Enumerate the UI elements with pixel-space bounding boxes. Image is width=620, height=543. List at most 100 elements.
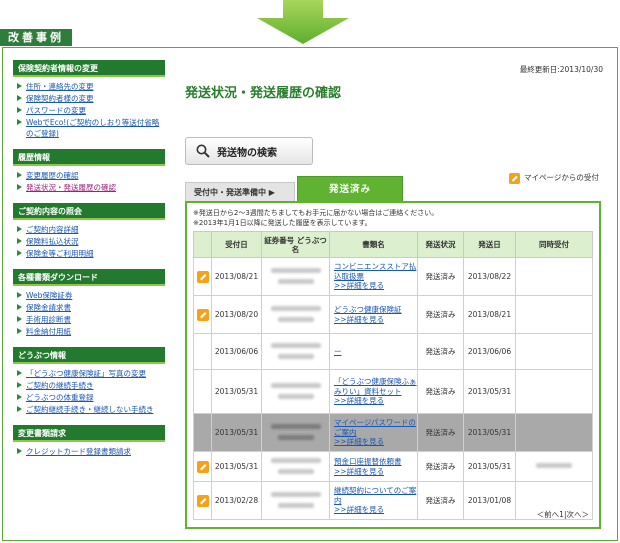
ship-date: 2013/05/31 xyxy=(463,413,516,452)
row-icon-cell xyxy=(193,257,212,296)
accept-date: 2013/05/31 xyxy=(211,413,262,452)
redacted-text xyxy=(270,342,321,348)
pagination[interactable]: ＜前へ1|次へ＞ xyxy=(537,509,589,520)
sidebar-link[interactable]: 料金納付用紙 xyxy=(17,326,165,337)
sidebar-link[interactable]: ご契約内容詳細 xyxy=(17,224,165,235)
policy-animal-redacted xyxy=(261,295,330,334)
mypage-icon xyxy=(196,494,209,507)
ship-date: 2013/05/31 xyxy=(463,451,516,482)
detail-link[interactable]: >>詳細を見る xyxy=(334,437,417,447)
document-link[interactable]: どうぶつ健康保険証 xyxy=(334,305,417,315)
sidebar-link[interactable]: どうぶつの体重登録 xyxy=(17,392,165,403)
mypage-icon xyxy=(509,172,520,184)
shipment-search-button[interactable]: 発送物の検索 xyxy=(185,137,313,165)
sidebar-link[interactable]: 手術用診断書 xyxy=(17,314,165,325)
sidebar-link[interactable]: 発送状況・発送履歴の確認 xyxy=(17,182,165,193)
policy-animal-redacted xyxy=(261,481,330,520)
row-icon-cell xyxy=(193,451,212,482)
sidebar-menu: 保険契約者情報の変更 住所・連絡先の変更 保険契約者様の変更 パスワードの変更 Webで… xyxy=(13,60,165,467)
policy-animal-redacted xyxy=(261,413,330,452)
sidebar-link[interactable]: ご契約の継続手続き xyxy=(17,380,165,391)
mypage-icon xyxy=(196,270,209,283)
detail-link[interactable]: >>詳細を見る xyxy=(334,467,417,477)
document-name: コンビニエンスストア払込取扱票 >>詳細を見る xyxy=(329,257,418,296)
sidebar-section-header: 保険契約者情報の変更 xyxy=(13,60,165,77)
sidebar-link[interactable]: 保険料払込状況 xyxy=(17,236,165,247)
table-header-row: 受付日 証券番号 どうぶつ名 書類名 発送状況 発送日 同時受付 xyxy=(193,231,593,258)
redacted-text xyxy=(277,316,314,322)
screen-frame: 保険契約者情報の変更 住所・連絡先の変更 保険契約者様の変更 パスワードの変更 Webで… xyxy=(2,47,618,541)
sidebar-section: 保険契約者情報の変更 住所・連絡先の変更 保険契約者様の変更 パスワードの変更 Webで… xyxy=(13,60,165,143)
sidebar-link[interactable]: 住所・連絡先の変更 xyxy=(17,81,165,92)
policy-animal-redacted xyxy=(261,333,330,370)
sidebar-list: ご契約内容詳細 保険料払込状況 保険金等ご利用明細 xyxy=(13,220,165,263)
accept-date: 2013/02/28 xyxy=(211,481,262,520)
tab-pending[interactable]: 受付中・発送準備中 ▶ xyxy=(185,182,295,201)
shipping-status: 発送済み xyxy=(417,369,464,414)
sidebar-link[interactable]: 変更履歴の確認 xyxy=(17,170,165,181)
document-link[interactable]: ー xyxy=(334,347,417,357)
same-time-accept xyxy=(515,257,593,296)
table-row: 2013/05/31 「どうぶつ健康保険ふぁみりい」資料セット >>詳細を見る 発送済… xyxy=(193,369,593,414)
sidebar-link[interactable]: クレジットカード登録書類請求 xyxy=(17,446,165,457)
redacted-text xyxy=(277,502,314,508)
sidebar-list: 「どうぶつ健康保険証」写真の変更 ご契約の継続手続き どうぶつの体重登録 ご契約継続手… xyxy=(13,364,165,419)
sidebar-link[interactable]: パスワードの変更 xyxy=(17,105,165,116)
detail-link[interactable]: >>詳細を見る xyxy=(334,281,417,291)
redacted-text xyxy=(270,457,321,463)
column-accept-date: 受付日 xyxy=(211,231,262,258)
accept-date: 2013/08/21 xyxy=(211,257,262,296)
same-time-accept xyxy=(515,451,593,482)
detail-link[interactable]: >>詳細を見る xyxy=(334,315,417,325)
note-line: ※発送日から2～3週間たちましてもお手元に届かない場合はご連絡ください。 xyxy=(193,209,439,217)
row-icon-cell xyxy=(193,481,212,520)
detail-link[interactable]: >>詳細を見る xyxy=(334,505,417,515)
table-row: 2013/05/31 預金口座振替依頼書 >>詳細を見る 発送済み 2013/05/31 xyxy=(193,451,593,482)
sidebar-link[interactable]: Web保険証券 xyxy=(17,290,165,301)
table-row: 2013/02/28 継続契約についてのご案内 >>詳細を見る 発送済み 2013/01… xyxy=(193,481,593,520)
document-link[interactable]: 預金口座振替依頼書 xyxy=(334,457,417,467)
sidebar-list: 変更履歴の確認 発送状況・発送履歴の確認 xyxy=(13,166,165,197)
table-row: 2013/06/06 ー発送済み 2013/06/06 xyxy=(193,333,593,370)
sidebar-link[interactable]: 「どうぶつ健康保険証」写真の変更 xyxy=(17,368,165,379)
sidebar-link[interactable]: 保険金請求書 xyxy=(17,302,165,313)
ship-date: 2013/08/22 xyxy=(463,257,516,296)
row-icon-cell xyxy=(193,413,212,452)
sidebar-link[interactable]: ご契約継続手続き・継続しない手続き xyxy=(17,404,165,415)
sidebar-section: どうぶつ情報 「どうぶつ健康保険証」写真の変更 ご契約の継続手続き どうぶつの体重登録… xyxy=(13,347,165,419)
sidebar-section: ご契約内容の照会 ご契約内容詳細 保険料払込状況 保険金等ご利用明細 xyxy=(13,203,165,263)
redacted-text xyxy=(270,491,321,497)
detail-link[interactable]: >>詳細を見る xyxy=(334,396,417,406)
sidebar-list: 住所・連絡先の変更 保険契約者様の変更 パスワードの変更 WebでEco!(ご契約のし… xyxy=(13,77,165,143)
sidebar-section-header: ご契約内容の照会 xyxy=(13,203,165,220)
sidebar-link[interactable]: 保険金等ご利用明細 xyxy=(17,248,165,259)
sidebar-link[interactable]: WebでEco!(ご契約のしおり等送付省略のご登録) xyxy=(17,117,165,139)
document-link[interactable]: 「どうぶつ健康保険ふぁみりい」資料セット xyxy=(334,377,417,396)
redacted-text xyxy=(277,434,314,440)
document-link[interactable]: マイページパスワードのご案内 xyxy=(334,418,417,437)
document-name: どうぶつ健康保険証 >>詳細を見る xyxy=(329,295,418,334)
mypage-icon xyxy=(196,460,209,473)
document-name: 継続契約についてのご案内 >>詳細を見る xyxy=(329,481,418,520)
redacted-text xyxy=(270,382,321,388)
policy-animal-redacted xyxy=(261,451,330,482)
row-icon-cell xyxy=(193,333,212,370)
document-link[interactable]: 継続契約についてのご案内 xyxy=(334,486,417,505)
improvement-example-label: 改善事例 xyxy=(0,29,72,46)
down-arrow-icon xyxy=(257,0,349,44)
document-link[interactable]: コンビニエンスストア払込取扱票 xyxy=(334,262,417,281)
shipped-panel: ※発送日から2～3週間たちましてもお手元に届かない場合はご連絡ください。 ※20… xyxy=(185,201,601,529)
sidebar-section: 履歴情報 変更履歴の確認 発送状況・発送履歴の確認 xyxy=(13,149,165,197)
column-policy-animal: 証券番号 どうぶつ名 xyxy=(261,231,330,258)
tab-shipped[interactable]: 発送済み xyxy=(297,176,403,201)
search-button-label: 発送物の検索 xyxy=(217,147,277,159)
same-time-accept xyxy=(515,333,593,370)
table-row: 2013/05/31 マイページパスワードのご案内 >>詳細を見る 発送済み 2013/… xyxy=(193,413,593,452)
sidebar-list: クレジットカード登録書類請求 xyxy=(13,442,165,461)
column-status: 発送状況 xyxy=(417,231,464,258)
last-updated: 最終更新日:2013/10/30 xyxy=(519,65,603,74)
same-time-accept xyxy=(515,369,593,414)
sidebar-link[interactable]: 保険契約者様の変更 xyxy=(17,93,165,104)
sidebar-section: 各種書類ダウンロード Web保険証券 保険金請求書 手術用診断書 料金納付用紙 xyxy=(13,269,165,341)
redacted-text xyxy=(277,393,314,399)
